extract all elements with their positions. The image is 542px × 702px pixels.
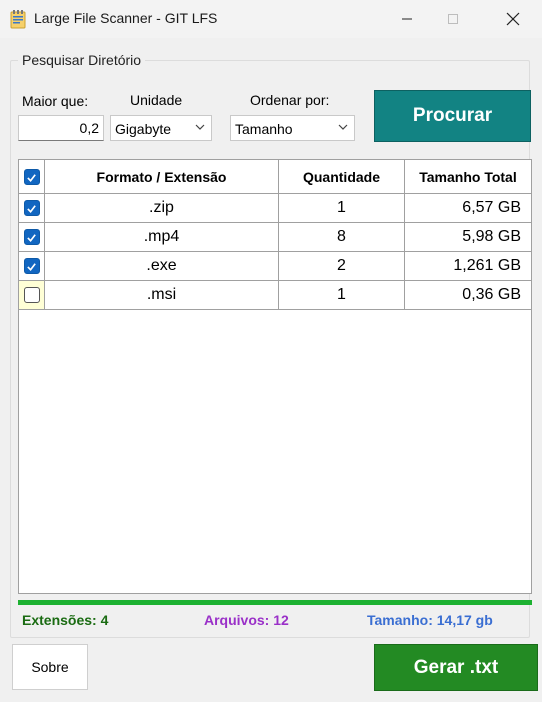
unit-label: Unidade [130, 92, 183, 108]
extension-cell: .exe [45, 252, 279, 280]
column-header-format[interactable]: Formato / Extensão [45, 160, 279, 194]
unit-select[interactable]: Gigabyte [110, 115, 212, 141]
title-bar: Large File Scanner - GIT LFS [0, 0, 542, 38]
table-row[interactable]: .mp4 8 5,98 GB [19, 223, 531, 252]
window-title: Large File Scanner - GIT LFS [34, 10, 218, 26]
row-checkbox[interactable] [23, 229, 40, 245]
total-size-cell: 5,98 GB [462, 228, 521, 245]
min-size-label: Maior que: [22, 93, 89, 109]
column-header-quantity[interactable]: Quantidade [279, 160, 405, 194]
row-select-cell [19, 281, 45, 309]
checkmark-icon [27, 204, 36, 213]
minimize-button[interactable] [384, 0, 430, 38]
extension-cell: .msi [45, 281, 279, 309]
quantity-cell: 1 [279, 281, 405, 309]
extension-cell: .zip [45, 194, 279, 222]
minimize-icon [402, 18, 412, 20]
generate-txt-button[interactable]: Gerar .txt [374, 644, 538, 691]
total-size-cell: 6,57 GB [462, 199, 521, 216]
table-row[interactable]: .msi 1 0,36 GB [19, 281, 531, 310]
maximize-button[interactable] [430, 0, 476, 38]
checkmark-icon [27, 233, 36, 242]
total-size-status: Tamanho: 14,17 gb [367, 612, 493, 628]
min-size-input[interactable]: 0,2 [18, 115, 104, 141]
chevron-down-icon [338, 124, 348, 130]
order-label: Ordenar por: [250, 92, 330, 108]
row-select-cell [19, 194, 45, 222]
files-count-status: Arquivos: 12 [204, 612, 289, 628]
header-select-all-cell [19, 160, 45, 194]
order-select[interactable]: Tamanho [230, 115, 355, 141]
maximize-icon [448, 14, 458, 24]
select-all-checkbox[interactable] [23, 169, 40, 185]
row-select-cell [19, 252, 45, 280]
quantity-cell: 8 [279, 223, 405, 251]
scan-progress-bar [18, 600, 532, 605]
order-select-value: Tamanho [235, 121, 293, 137]
total-size-cell: 1,261 GB [453, 257, 521, 274]
quantity-cell: 2 [279, 252, 405, 280]
extensions-table: Formato / Extensão Quantidade Tamanho To… [18, 159, 532, 594]
close-icon [506, 12, 520, 26]
checkmark-icon [27, 262, 36, 271]
checkmark-icon [27, 173, 36, 182]
row-select-cell [19, 223, 45, 251]
table-header: Formato / Extensão Quantidade Tamanho To… [19, 160, 531, 194]
extension-cell: .mp4 [45, 223, 279, 251]
row-checkbox[interactable] [23, 258, 40, 274]
total-size-cell: 0,36 GB [462, 286, 521, 303]
table-row[interactable]: .exe 2 1,261 GB [19, 252, 531, 281]
progress-fill [18, 600, 532, 605]
app-window: Large File Scanner - GIT LFS Pesquisar D… [0, 0, 542, 702]
table-row[interactable]: .zip 1 6,57 GB [19, 194, 531, 223]
close-button[interactable] [490, 0, 536, 38]
extensions-count-status: Extensões: 4 [22, 612, 109, 628]
notepad-app-icon [8, 9, 28, 29]
about-button[interactable]: Sobre [12, 644, 88, 690]
column-header-total-size[interactable]: Tamanho Total [405, 160, 531, 194]
quantity-cell: 1 [279, 194, 405, 222]
group-legend: Pesquisar Diretório [18, 52, 146, 68]
row-checkbox[interactable] [23, 200, 40, 216]
unit-select-value: Gigabyte [115, 121, 172, 137]
chevron-down-icon [195, 124, 205, 130]
row-checkbox[interactable] [23, 287, 40, 303]
search-button[interactable]: Procurar [374, 90, 531, 142]
